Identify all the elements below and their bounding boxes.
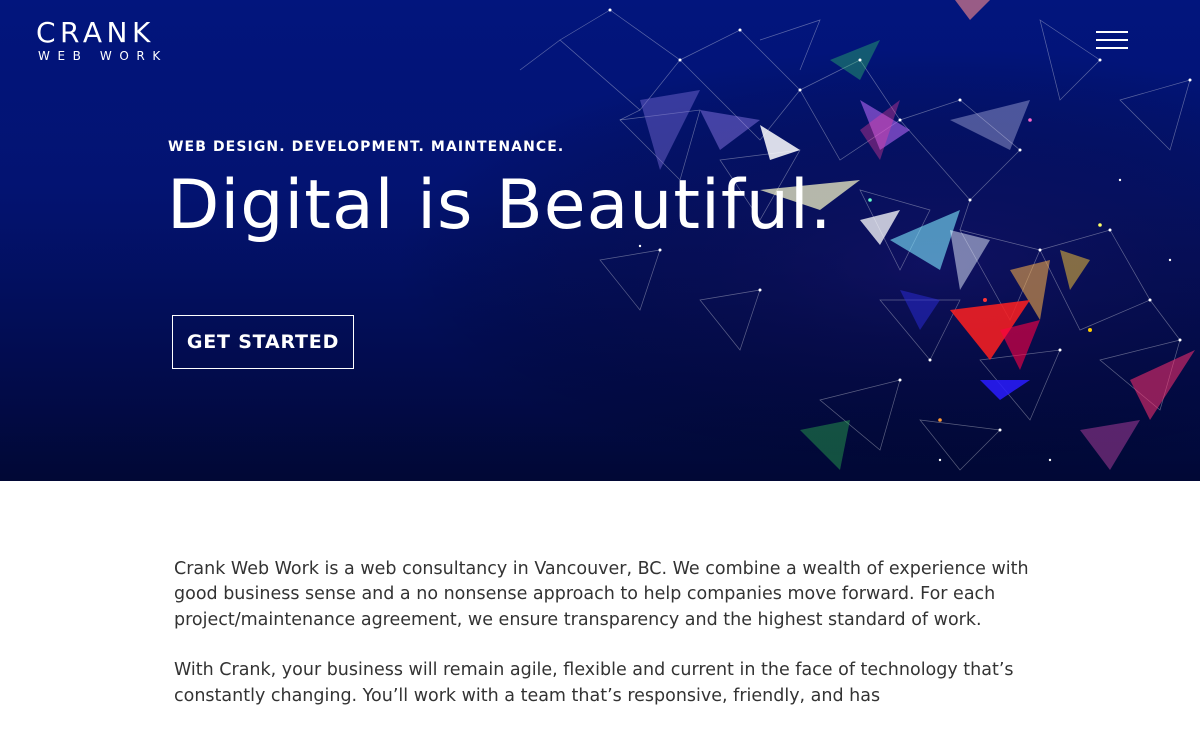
hero-headline: Digital is Beautiful. [167, 166, 833, 245]
page: CRANK WEB WORK WEB DESIGN. DEVELOPMENT. … [0, 0, 1200, 740]
menu-bar [1096, 31, 1128, 33]
logo-subtitle: WEB WORK [38, 49, 168, 63]
hero-section: CRANK WEB WORK WEB DESIGN. DEVELOPMENT. … [0, 0, 1200, 481]
menu-bar [1096, 39, 1128, 41]
intro-paragraph: With Crank, your business will remain ag… [174, 660, 1014, 706]
crank-logo[interactable]: CRANK WEB WORK [36, 16, 168, 64]
hero-tagline: WEB DESIGN. DEVELOPMENT. MAINTENANCE. [168, 139, 565, 155]
logo-wordmark: CRANK [36, 16, 155, 49]
get-started-button[interactable]: GET STARTED [172, 315, 354, 369]
intro-paragraph: Crank Web Work is a web consultancy in V… [174, 559, 1029, 630]
menu-bar [1096, 47, 1128, 49]
intro-section: Crank Web Work is a web consultancy in V… [174, 557, 1034, 734]
hamburger-menu-icon[interactable] [1096, 30, 1128, 50]
